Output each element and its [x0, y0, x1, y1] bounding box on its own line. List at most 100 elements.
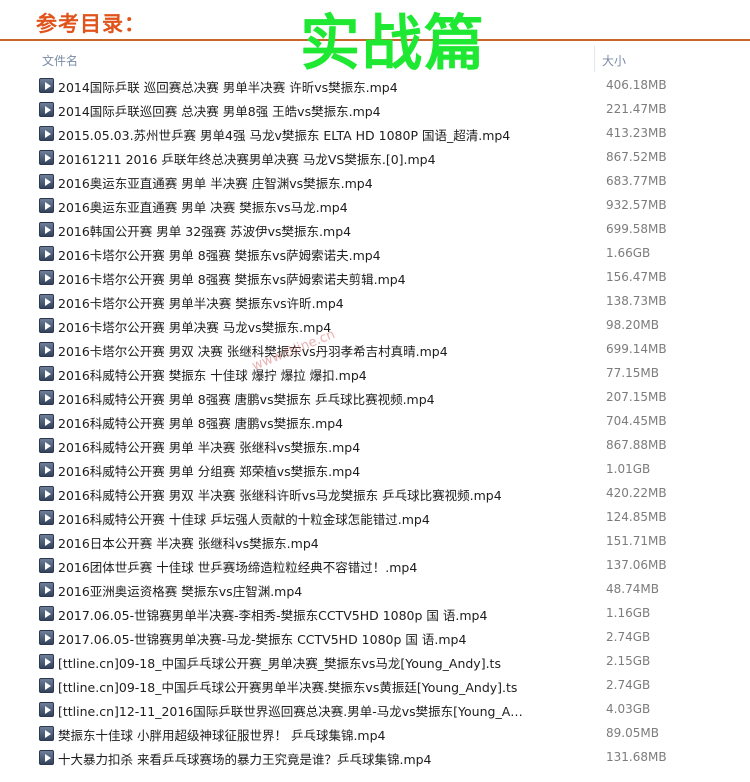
column-header-size[interactable]: 大小 [602, 52, 626, 69]
file-name: 2016科威特公开赛 男单 半决赛 张继科vs樊振东.mp4 [58, 440, 361, 455]
video-file-icon [39, 342, 54, 357]
file-name: 十大暴力扣杀 来看乒乓球赛场的暴力王究竟是谁？乒乓球集锦.mp4 [58, 752, 432, 767]
file-row[interactable]: [ttline.cn]12-11_2016国际乒联世界巡回赛总决赛.男单-马龙v… [36, 698, 750, 722]
file-row[interactable]: 20161211 2016 乒联年终总决赛男单决赛 马龙VS樊振东.[0].mp… [36, 146, 750, 170]
file-row[interactable]: 2017.06.05-世锦赛男单半决赛-李相秀-樊振东CCTV5HD 1080p… [36, 602, 750, 626]
file-row[interactable]: 2016科威特公开赛 男单 8强赛 唐鹏vs樊振东 乒乓球比赛视频.mp4 207… [36, 386, 750, 410]
video-file-icon [39, 726, 54, 741]
file-list-header: 文件名 大小 [36, 46, 750, 72]
file-name: 2016卡塔尔公开赛 男单半决赛 樊振东vs许昕.mp4 [58, 296, 344, 311]
file-row[interactable]: 2014国际乒联巡回赛 总决赛 男单8强 王皓vs樊振东.mp4 221.47MB [36, 98, 750, 122]
file-size: 138.73MB [606, 294, 667, 308]
file-size: 2.74GB [606, 630, 651, 644]
file-size: 867.88MB [606, 438, 667, 452]
file-size: 1.16GB [606, 606, 651, 620]
video-file-icon [39, 678, 54, 693]
file-name: [ttline.cn]12-11_2016国际乒联世界巡回赛总决赛.男单-马龙v… [58, 704, 528, 719]
file-name: 2015.05.03.苏州世乒赛 男单4强 马龙v樊振东 ELTA HD 108… [58, 128, 511, 143]
file-name: 2016奥运东亚直通赛 男单 决赛 樊振东vs马龙.mp4 [58, 200, 348, 215]
video-file-icon [39, 198, 54, 213]
video-file-icon [39, 78, 54, 93]
file-size: 151.71MB [606, 534, 667, 548]
video-file-icon [39, 582, 54, 597]
video-file-icon [39, 750, 54, 765]
file-name: 2014国际乒联 巡回赛总决赛 男单半决赛 许昕vs樊振东.mp4 [58, 80, 398, 95]
file-row[interactable]: 2016奥运东亚直通赛 男单 决赛 樊振东vs马龙.mp4 932.57MB [36, 194, 750, 218]
column-header-name[interactable]: 文件名 [42, 52, 78, 69]
file-size: 124.85MB [606, 510, 667, 524]
file-row[interactable]: 2016科威特公开赛 樊振东 十佳球 爆拧 爆拉 爆扣.mp4 77.15MB [36, 362, 750, 386]
video-file-icon [39, 438, 54, 453]
file-row[interactable]: 2016科威特公开赛 男单 8强赛 唐鹏vs樊振东.mp4 704.45MB [36, 410, 750, 434]
reference-catalog-title: 参考目录： [36, 11, 146, 36]
file-row[interactable]: 2016卡塔尔公开赛 男双 决赛 张继科樊振东vs丹羽孝希吉村真晴.mp4 699… [36, 338, 750, 362]
file-row[interactable]: 2016日本公开赛 半决赛 张继科vs樊振东.mp4 151.71MB [36, 530, 750, 554]
file-row[interactable]: 2016科威特公开赛 男单 分组赛 郑荣植vs樊振东.mp4 1.01GB [36, 458, 750, 482]
file-row[interactable]: [ttline.cn]09-18_中国乒乓球公开赛_男单决赛_樊振东vs马龙[Y… [36, 650, 750, 674]
file-size: 2.15GB [606, 654, 651, 668]
file-size: 77.15MB [606, 366, 659, 380]
video-file-icon [39, 246, 54, 261]
file-name: 2016科威特公开赛 十佳球 乒坛强人贡献的十粒金球怎能错过.mp4 [58, 512, 430, 527]
video-file-icon [39, 366, 54, 381]
file-size: 699.14MB [606, 342, 667, 356]
file-row[interactable]: 2016科威特公开赛 男单 半决赛 张继科vs樊振东.mp4 867.88MB [36, 434, 750, 458]
video-file-icon [39, 414, 54, 429]
video-file-icon [39, 126, 54, 141]
file-size: 137.06MB [606, 558, 667, 572]
file-name: 2016科威特公开赛 樊振东 十佳球 爆拧 爆拉 爆扣.mp4 [58, 368, 367, 383]
file-name: 2016科威特公开赛 男单 8强赛 唐鹏vs樊振东 乒乓球比赛视频.mp4 [58, 392, 435, 407]
column-separator[interactable] [594, 46, 595, 72]
file-row[interactable]: 十大暴力扣杀 来看乒乓球赛场的暴力王究竟是谁？乒乓球集锦.mp4 131.68MB [36, 746, 750, 770]
file-row[interactable]: 2016卡塔尔公开赛 男单 8强赛 樊振东vs萨姆索诺夫剪辑.mp4 156.47… [36, 266, 750, 290]
file-size: 699.58MB [606, 222, 667, 236]
file-row[interactable]: 2015.05.03.苏州世乒赛 男单4强 马龙v樊振东 ELTA HD 108… [36, 122, 750, 146]
file-name: 2016卡塔尔公开赛 男单决赛 马龙vs樊振东.mp4 [58, 320, 332, 335]
file-row[interactable]: 2016团体世乒赛 十佳球 世乒赛场缔造粒粒经典不容错过！.mp4 137.06M… [36, 554, 750, 578]
video-file-icon [39, 294, 54, 309]
file-row[interactable]: 2016韩国公开赛 男单 32强赛 苏波伊vs樊振东.mp4 699.58MB [36, 218, 750, 242]
file-row[interactable]: 2016科威特公开赛 十佳球 乒坛强人贡献的十粒金球怎能错过.mp4 124.85… [36, 506, 750, 530]
file-row[interactable]: 2016亚洲奥运资格赛 樊振东vs庄智渊.mp4 48.74MB [36, 578, 750, 602]
video-file-icon [39, 150, 54, 165]
file-size: 420.22MB [606, 486, 667, 500]
file-name: 2014国际乒联巡回赛 总决赛 男单8强 王皓vs樊振东.mp4 [58, 104, 381, 119]
file-name: 20161211 2016 乒联年终总决赛男单决赛 马龙VS樊振东.[0].mp… [58, 152, 436, 167]
file-size: 704.45MB [606, 414, 667, 428]
file-row[interactable]: 2016科威特公开赛 男双 半决赛 张继科许昕vs马龙樊振东 乒乓球比赛视频.m… [36, 482, 750, 506]
video-file-icon [39, 558, 54, 573]
file-name: 2016卡塔尔公开赛 男单 8强赛 樊振东vs萨姆索诺夫.mp4 [58, 248, 381, 263]
video-file-icon [39, 534, 54, 549]
file-name: [ttline.cn]09-18_中国乒乓球公开赛_男单决赛_樊振东vs马龙[Y… [58, 656, 501, 671]
video-file-icon [39, 486, 54, 501]
file-size: 4.03GB [606, 702, 651, 716]
file-size: 406.18MB [606, 78, 667, 92]
video-file-icon [39, 390, 54, 405]
file-size: 1.01GB [606, 462, 651, 476]
video-file-icon [39, 462, 54, 477]
file-size: 413.23MB [606, 126, 667, 140]
file-name: 2017.06.05-世锦赛男单半决赛-李相秀-樊振东CCTV5HD 1080p… [58, 608, 488, 623]
file-row[interactable]: 2014国际乒联 巡回赛总决赛 男单半决赛 许昕vs樊振东.mp4 406.18M… [36, 74, 750, 98]
video-file-icon [39, 270, 54, 285]
file-name: [ttline.cn]09-18_中国乒乓球公开赛男单半决赛.樊振东vs黄振廷[… [58, 680, 518, 695]
video-file-icon [39, 318, 54, 333]
file-size: 131.68MB [606, 750, 667, 764]
video-file-icon [39, 630, 54, 645]
file-row[interactable]: 2016卡塔尔公开赛 男单 8强赛 樊振东vs萨姆索诺夫.mp4 1.66GB [36, 242, 750, 266]
file-row[interactable]: 2016奥运东亚直通赛 男单 半决赛 庄智渊vs樊振东.mp4 683.77MB [36, 170, 750, 194]
file-name: 2016日本公开赛 半决赛 张继科vs樊振东.mp4 [58, 536, 319, 551]
file-row[interactable]: [ttline.cn]09-18_中国乒乓球公开赛男单半决赛.樊振东vs黄振廷[… [36, 674, 750, 698]
file-name: 2016科威特公开赛 男单 分组赛 郑荣植vs樊振东.mp4 [58, 464, 361, 479]
file-size: 683.77MB [606, 174, 667, 188]
file-name: 2016科威特公开赛 男单 8强赛 唐鹏vs樊振东.mp4 [58, 416, 344, 431]
file-size: 156.47MB [606, 270, 667, 284]
file-row[interactable]: 樊振东十佳球 小胖用超级神球征服世界！ 乒乓球集锦.mp4 89.05MB [36, 722, 750, 746]
file-size: 98.20MB [606, 318, 659, 332]
video-file-icon [39, 702, 54, 717]
file-row[interactable]: 2017.06.05-世锦赛男单决赛-马龙-樊振东 CCTV5HD 1080p … [36, 626, 750, 650]
file-name: 2016奥运东亚直通赛 男单 半决赛 庄智渊vs樊振东.mp4 [58, 176, 373, 191]
video-file-icon [39, 102, 54, 117]
file-size: 207.15MB [606, 390, 667, 404]
file-name: 2016卡塔尔公开赛 男单 8强赛 樊振东vs萨姆索诺夫剪辑.mp4 [58, 272, 406, 287]
